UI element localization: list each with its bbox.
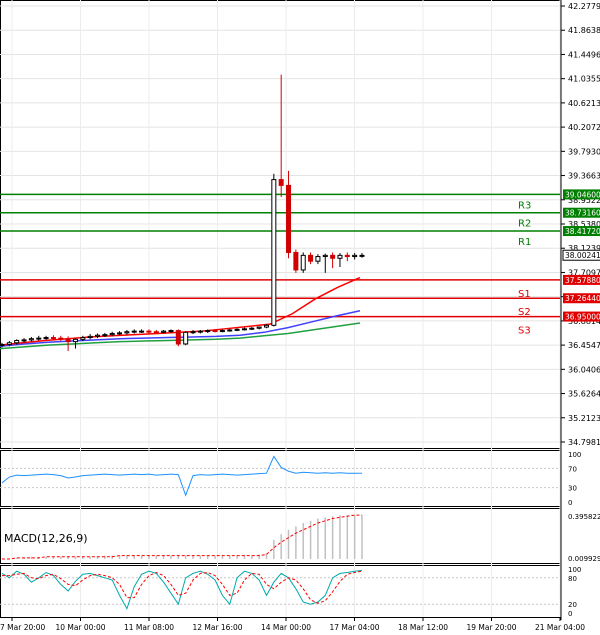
- candle-body: [234, 328, 240, 331]
- chart-canvas[interactable]: 42.27795 41.86380 41.44965 41.03550 40.62135…: [0, 0, 600, 635]
- candle-body: [117, 332, 123, 335]
- candle-body: [58, 337, 64, 340]
- rsi-tick-label: 0: [568, 499, 572, 507]
- y-tick-label: 41.86380: [568, 26, 600, 35]
- candle-body: [131, 330, 137, 333]
- y-tick-label: 40.62135: [568, 99, 600, 108]
- pivot-level-label: R1: [518, 237, 531, 248]
- candle-body: [14, 339, 20, 344]
- y-tick-label: 39.36635: [568, 172, 600, 181]
- candle-body: [72, 338, 78, 343]
- candle-body: [43, 337, 49, 340]
- candle-body: [359, 254, 365, 257]
- stoch-tick-label: 100: [568, 566, 581, 574]
- stoch-tick-label: 80: [568, 575, 577, 583]
- background: [0, 0, 600, 635]
- stoch-tick-label: 0: [568, 610, 572, 618]
- candle-body: [6, 342, 12, 346]
- y-tick-label: 34.79815: [568, 438, 600, 447]
- candle-body: [87, 335, 93, 339]
- candle-body: [308, 254, 314, 262]
- candle-body: [153, 331, 159, 334]
- pivot-level-value: 36.95000: [565, 313, 600, 322]
- x-tick-label: 7 Mar 20:00: [0, 623, 46, 632]
- pivot-level-value: 38.73160: [565, 209, 600, 218]
- candle-body: [315, 256, 321, 262]
- candle-body: [175, 330, 181, 345]
- candle-body: [80, 337, 86, 340]
- pivot-level-label: R3: [518, 200, 531, 211]
- x-tick-label: 14 Mar 00:00: [261, 623, 311, 632]
- candle-body: [102, 334, 108, 337]
- candle-body: [161, 330, 167, 333]
- pivot-level-value: 37.57880: [565, 276, 600, 285]
- x-tick-label: 21 Mar 04:00: [535, 623, 585, 632]
- candle-body: [183, 331, 189, 345]
- y-tick-label: 36.45475: [568, 341, 600, 350]
- x-tick-label: 11 Mar 08:00: [124, 623, 174, 632]
- y-tick-label: 41.44965: [568, 50, 600, 59]
- x-tick-label: 17 Mar 04:00: [329, 623, 379, 632]
- candle-body: [219, 330, 225, 333]
- candle-body: [197, 330, 203, 333]
- candle-body: [212, 330, 218, 333]
- x-tick-label: 18 Mar 12:00: [398, 623, 448, 632]
- y-tick-label: 39.79305: [568, 147, 600, 156]
- rsi-tick-label: 30: [568, 485, 577, 493]
- candle-body: [205, 330, 211, 333]
- y-tick-label: 35.21230: [568, 414, 600, 423]
- macd-tick-label: 0.395822: [568, 513, 600, 521]
- candle-body: [249, 327, 255, 330]
- y-tick-label: 36.04060: [568, 365, 600, 374]
- y-tick-label: 42.27795: [568, 2, 600, 11]
- candle-body: [286, 184, 292, 253]
- candle-body: [352, 254, 358, 258]
- pivot-level-value: 39.04600: [565, 190, 600, 199]
- candle-body: [271, 179, 277, 326]
- candle-body: [300, 254, 306, 271]
- y-tick-label: 35.62645: [568, 390, 600, 399]
- candle-body: [65, 338, 71, 343]
- rsi-tick-label: 70: [568, 465, 577, 473]
- rsi-tick-label: 100: [568, 451, 581, 459]
- y-tick-label: 40.20720: [568, 123, 600, 132]
- candle-body: [28, 338, 34, 341]
- candle-body: [0, 344, 5, 347]
- candle-body: [241, 328, 247, 331]
- candle-body: [146, 330, 152, 333]
- candle-body: [168, 330, 174, 333]
- x-tick-label: 19 Mar 20:00: [466, 623, 516, 632]
- candle-body: [263, 324, 269, 328]
- candle-body: [256, 326, 262, 329]
- pivot-level-value: 37.26440: [565, 294, 600, 303]
- y-tick-label: 41.03550: [568, 75, 600, 84]
- candle-body: [139, 330, 145, 333]
- candle-body: [21, 339, 27, 342]
- candle-body: [50, 337, 56, 340]
- x-tick-label: 12 Mar 16:00: [192, 623, 242, 632]
- stoch-tick-label: 20: [568, 601, 577, 609]
- candle-body: [330, 254, 336, 259]
- candle-body: [190, 331, 196, 334]
- x-tick-label: 10 Mar 00:00: [55, 623, 105, 632]
- candle-body: [344, 254, 350, 258]
- candle-body: [278, 179, 284, 186]
- candle-body: [124, 331, 130, 334]
- current-price-value: 38.00241: [565, 251, 600, 260]
- pivot-level-value: 38.41720: [565, 227, 600, 236]
- macd-tick-label: 0.009929: [568, 555, 600, 563]
- pivot-level-label: S3: [518, 326, 531, 337]
- candle-body: [227, 329, 233, 332]
- candle-body: [337, 254, 343, 259]
- candle-body: [322, 254, 328, 258]
- macd-title: MACD(12,26,9): [4, 532, 88, 545]
- candle-body: [95, 334, 101, 337]
- candle-body: [293, 251, 299, 271]
- pivot-level-label: R2: [518, 219, 531, 230]
- candle-body: [109, 332, 115, 336]
- candle-body: [36, 337, 42, 340]
